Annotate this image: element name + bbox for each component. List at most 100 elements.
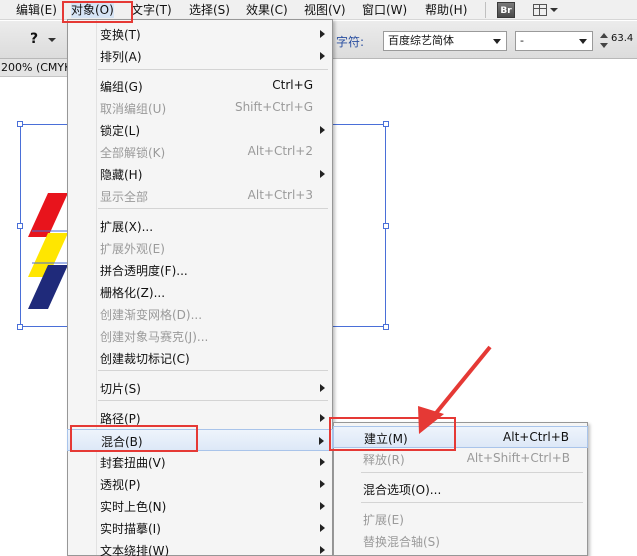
chevron-right-icon [320, 384, 325, 392]
menu-item-label: 拼合透明度(F)... [100, 264, 188, 278]
menu-edit[interactable]: 编辑(E) [16, 2, 57, 18]
font-size-input[interactable]: 63.4 [611, 33, 633, 44]
menu-item-lock[interactable]: 锁定(L) [67, 119, 333, 141]
document-tab[interactable]: 200% (CMYK [0, 59, 70, 77]
chevron-right-icon [320, 126, 325, 134]
chevron-right-icon [320, 546, 325, 554]
resize-handle[interactable] [17, 121, 23, 127]
menu-item-label: 实时上色(N) [100, 500, 167, 514]
menu-item-label: 实时描摹(I) [100, 522, 161, 536]
menu-item-expand-appearance[interactable]: 扩展外观(E) [67, 237, 333, 259]
menu-item-label: 编组(G) [100, 80, 143, 94]
menu-item-label: 文本绕排(W) [100, 544, 170, 556]
chevron-right-icon [320, 502, 325, 510]
bridge-icon[interactable]: Br [497, 2, 515, 18]
workspace-switcher[interactable] [530, 2, 560, 18]
chevron-down-icon [48, 38, 56, 42]
submenu-item-replace-spine[interactable]: 替换混合轴(S) [333, 530, 588, 552]
menu-help[interactable]: 帮助(H) [425, 2, 467, 18]
workspace-grid-icon [533, 4, 547, 16]
menu-item-label: 显示全部 [100, 190, 149, 204]
menu-separator [361, 472, 583, 473]
menu-item-shortcut: Shift+Ctrl+G [234, 100, 313, 114]
submenu-item-release[interactable]: 释放(R) Alt+Shift+Ctrl+B [333, 448, 588, 470]
menu-item-label: 切片(S) [100, 382, 141, 396]
menu-separator [485, 2, 486, 18]
stepper-down-icon[interactable] [600, 43, 608, 48]
chevron-right-icon [320, 524, 325, 532]
font-style-select[interactable]: - [515, 31, 593, 51]
font-family-value: 百度综艺简体 [388, 34, 454, 47]
menu-item-shortcut: Alt+Ctrl+2 [247, 144, 313, 158]
menu-item-label: 透视(P) [100, 478, 141, 492]
menu-window[interactable]: 窗口(W) [362, 2, 407, 18]
stepper-up-icon[interactable] [600, 33, 608, 38]
menu-item-label: 创建渐变网格(D)... [100, 308, 203, 322]
menu-item-create-object-mosaic[interactable]: 创建对象马赛克(J)... [67, 325, 333, 347]
menu-item-expand[interactable]: 扩展(X)... [67, 215, 333, 237]
chevron-down-icon [550, 8, 558, 12]
menu-view[interactable]: 视图(V) [304, 2, 346, 18]
menu-item-rasterize[interactable]: 栅格化(Z)... [67, 281, 333, 303]
menu-item-envelope-distort[interactable]: 封套扭曲(V) [67, 451, 333, 473]
resize-handle[interactable] [383, 324, 389, 330]
resize-handle[interactable] [17, 324, 23, 330]
menu-item-create-gradient-mesh[interactable]: 创建渐变网格(D)... [67, 303, 333, 325]
submenu-item-label: 扩展(E) [363, 513, 404, 527]
menu-item-label: 创建裁切标记(C) [100, 352, 190, 366]
menu-item-hide[interactable]: 隐藏(H) [67, 163, 333, 185]
menu-item-label: 扩展(X)... [100, 220, 154, 234]
resize-handle[interactable] [383, 121, 389, 127]
menu-effect[interactable]: 效果(C) [246, 2, 288, 18]
submenu-item-expand[interactable]: 扩展(E) [333, 508, 588, 530]
font-size-stepper[interactable] [599, 31, 609, 51]
menu-item-label: 扩展外观(E) [100, 242, 165, 256]
menu-item-arrange[interactable]: 排列(A) [67, 45, 333, 67]
menu-item-unlock-all[interactable]: 全部解锁(K) Alt+Ctrl+2 [67, 141, 333, 163]
red-stripe[interactable] [28, 193, 68, 237]
menu-item-show-all[interactable]: 显示全部 Alt+Ctrl+3 [67, 185, 333, 207]
chevron-right-icon [320, 458, 325, 466]
help-dropdown[interactable]: ? [24, 29, 60, 51]
font-label[interactable]: 字符: [336, 33, 364, 50]
menu-item-label: 锁定(L) [100, 124, 141, 138]
chevron-right-icon [320, 170, 325, 178]
menu-item-label: 取消编组(U) [100, 102, 167, 116]
menu-separator [98, 208, 328, 209]
menu-separator [98, 400, 328, 401]
menu-item-group[interactable]: 编组(G) Ctrl+G [67, 75, 333, 97]
submenu-item-label: 释放(R) [363, 453, 405, 467]
chevron-right-icon [320, 480, 325, 488]
menu-item-label: 变换(T) [100, 28, 141, 42]
highlight-object-menu [62, 1, 133, 23]
chevron-right-icon [319, 437, 324, 445]
font-family-select[interactable]: 百度综艺简体 [383, 31, 507, 51]
submenu-item-label: 混合选项(O)... [363, 483, 442, 497]
menu-item-label: 排列(A) [100, 50, 142, 64]
menu-item-text-wrap[interactable]: 文本绕排(W) [67, 539, 333, 556]
chevron-down-icon [493, 39, 501, 44]
highlight-make-item [329, 417, 456, 451]
menu-select[interactable]: 选择(S) [189, 2, 230, 18]
menu-item-label: 全部解锁(K) [100, 146, 166, 160]
menu-item-live-trace[interactable]: 实时描摹(I) [67, 517, 333, 539]
menu-item-label: 栅格化(Z)... [100, 286, 166, 300]
resize-handle[interactable] [383, 223, 389, 229]
menu-type[interactable]: 文字(T) [131, 2, 172, 18]
menu-item-create-trim-marks[interactable]: 创建裁切标记(C) [67, 347, 333, 369]
chevron-right-icon [320, 414, 325, 422]
menu-item-ungroup[interactable]: 取消编组(U) Shift+Ctrl+G [67, 97, 333, 119]
menu-item-transform[interactable]: 变换(T) [67, 23, 333, 45]
submenu-item-blend-options[interactable]: 混合选项(O)... [333, 478, 588, 500]
menu-item-shortcut: Alt+Ctrl+3 [247, 188, 313, 202]
menu-item-label: 封套扭曲(V) [100, 456, 166, 470]
menu-item-slice[interactable]: 切片(S) [67, 377, 333, 399]
menu-item-flatten-transparency[interactable]: 拼合透明度(F)... [67, 259, 333, 281]
font-style-value: - [520, 34, 524, 47]
highlight-blend-item [70, 425, 198, 452]
submenu-item-label: 替换混合轴(S) [363, 535, 440, 549]
menu-separator [98, 370, 328, 371]
menu-item-perspective[interactable]: 透视(P) [67, 473, 333, 495]
menu-item-live-paint[interactable]: 实时上色(N) [67, 495, 333, 517]
submenu-item-shortcut: Alt+Ctrl+B [503, 430, 569, 444]
